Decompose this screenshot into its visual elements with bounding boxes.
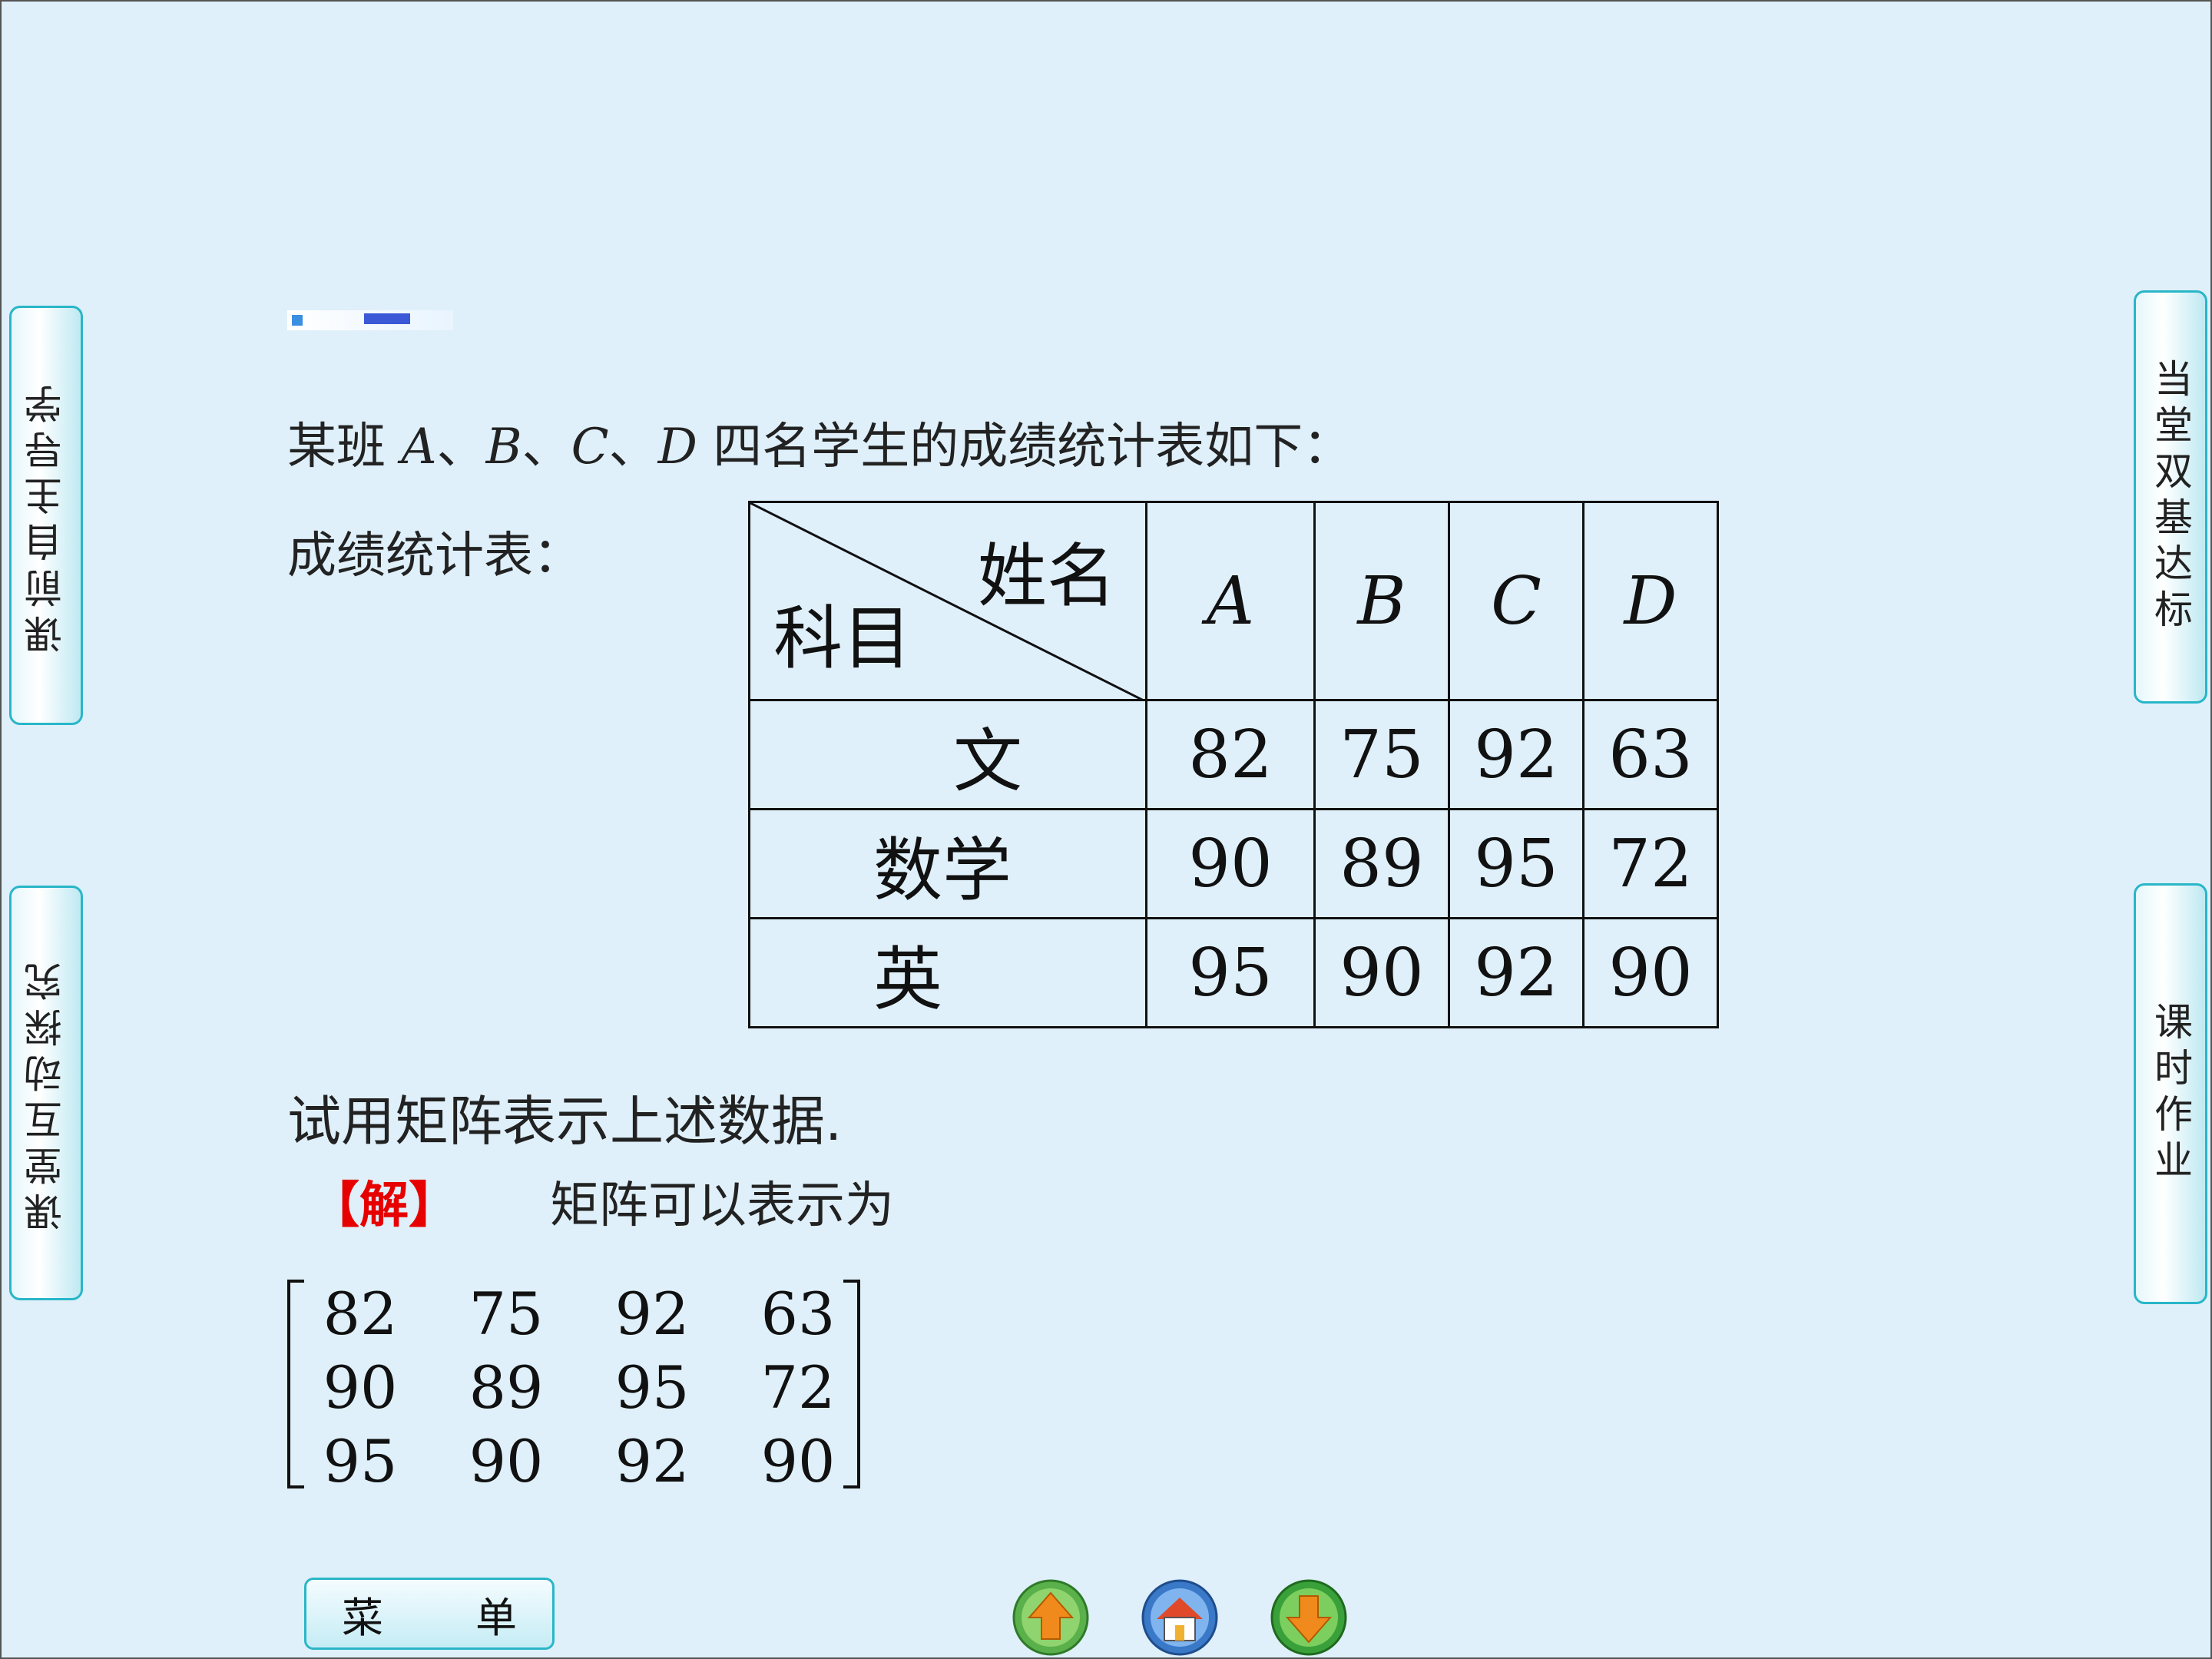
column-header: C: [1448, 501, 1584, 701]
matrix-row: 82 75 92 63: [318, 1280, 840, 1348]
tab-label: 课前自主导学: [24, 377, 68, 654]
score-cell: 92: [1448, 917, 1584, 1028]
column-header: B: [1313, 501, 1450, 701]
matrix-entry: 63: [760, 1280, 836, 1348]
score-cell: 90: [1313, 917, 1450, 1028]
tab-pre-class-self-study[interactable]: 课前自主导学: [9, 306, 83, 725]
score-cell: 82: [1145, 699, 1316, 810]
score-cell: 90: [1145, 808, 1316, 919]
tab-label: 课堂互动探究: [24, 955, 68, 1231]
home-icon[interactable]: [1140, 1578, 1220, 1657]
student-d: D: [657, 419, 697, 475]
intro-suffix: 四名学生的成绩统计表如下：: [697, 419, 1353, 475]
tab-label: 课时作业: [2148, 1002, 2193, 1186]
tab-class-interactive-exploration[interactable]: 课堂互动探究: [9, 886, 83, 1300]
matrix-entry: 90: [323, 1353, 398, 1422]
solution-tag: 【解】: [310, 1177, 458, 1234]
intro-prefix: 某班: [287, 419, 402, 475]
matrix-entry: 92: [614, 1427, 690, 1495]
matrix-row: 95 90 92 90: [318, 1427, 840, 1495]
matrix-entry: 95: [614, 1353, 690, 1422]
column-header: D: [1582, 501, 1719, 701]
separator: 、: [522, 419, 571, 475]
solution-line: 【解】 矩阵可以表示为: [310, 1166, 894, 1237]
subject-cell: 英: [748, 917, 1147, 1028]
up-arrow-icon[interactable]: [1011, 1578, 1091, 1657]
score-matrix: 82 75 92 63 90 89 95 72 95 90 92 90: [287, 1280, 860, 1495]
subject-cell: 数学: [748, 808, 1147, 919]
matrix-entry: 92: [614, 1280, 690, 1348]
student-a: A: [401, 419, 437, 475]
question-text: 试用矩阵表示上述数据.: [287, 1090, 843, 1153]
score-table: 姓名 科目 A B C D 文 82 75 92 63 数学 90 89 95 …: [748, 501, 1719, 1028]
menu-button-label: 菜单: [342, 1593, 609, 1642]
matrix-entry: 82: [323, 1280, 398, 1348]
subject-cell: 文: [748, 699, 1147, 810]
matrix-left-bracket: [287, 1280, 304, 1488]
student-b: B: [485, 419, 522, 475]
solution-text: 矩阵可以表示为: [550, 1177, 894, 1234]
section-header-strip: [287, 310, 453, 330]
separator: 、: [608, 419, 658, 475]
table-caption: 成绩统计表：: [287, 528, 582, 584]
header-subject: 科目: [773, 598, 912, 679]
table-row: 英 95 90 92 90: [748, 917, 1719, 1028]
score-cell: 90: [1582, 917, 1719, 1028]
score-cell: 75: [1313, 699, 1450, 810]
score-cell: 92: [1448, 699, 1584, 810]
matrix-right-bracket: [843, 1280, 860, 1488]
score-cell: 89: [1313, 808, 1450, 919]
matrix-entry: 72: [760, 1353, 836, 1422]
matrix-entry: 89: [469, 1353, 544, 1422]
score-cell: 63: [1582, 699, 1719, 810]
diagonal-header-cell: 姓名 科目: [748, 501, 1147, 701]
header-name: 姓名: [978, 536, 1116, 617]
matrix-entry: 90: [469, 1427, 544, 1495]
table-row: 数学 90 89 95 72: [748, 808, 1719, 919]
matrix-entry: 75: [469, 1280, 544, 1348]
tab-in-class-basic-check[interactable]: 当堂双基达标: [2134, 290, 2207, 704]
menu-button[interactable]: 菜单: [304, 1578, 555, 1650]
student-c: C: [571, 419, 609, 475]
table-row: 文 82 75 92 63: [748, 699, 1719, 810]
score-cell: 95: [1448, 808, 1584, 919]
column-header: A: [1145, 501, 1316, 701]
problem-intro: 某班 A、B、C、D 四名学生的成绩统计表如下：: [287, 407, 1352, 478]
matrix-entry: 95: [323, 1427, 398, 1495]
score-cell: 72: [1582, 808, 1719, 919]
score-cell: 95: [1145, 917, 1316, 1028]
matrix-entry: 90: [760, 1427, 836, 1495]
down-arrow-icon[interactable]: [1269, 1578, 1349, 1657]
tab-homework[interactable]: 课时作业: [2134, 883, 2207, 1304]
separator: 、: [436, 419, 486, 475]
matrix-row: 90 89 95 72: [318, 1353, 840, 1422]
tab-label: 当堂双基达标: [2148, 359, 2193, 635]
